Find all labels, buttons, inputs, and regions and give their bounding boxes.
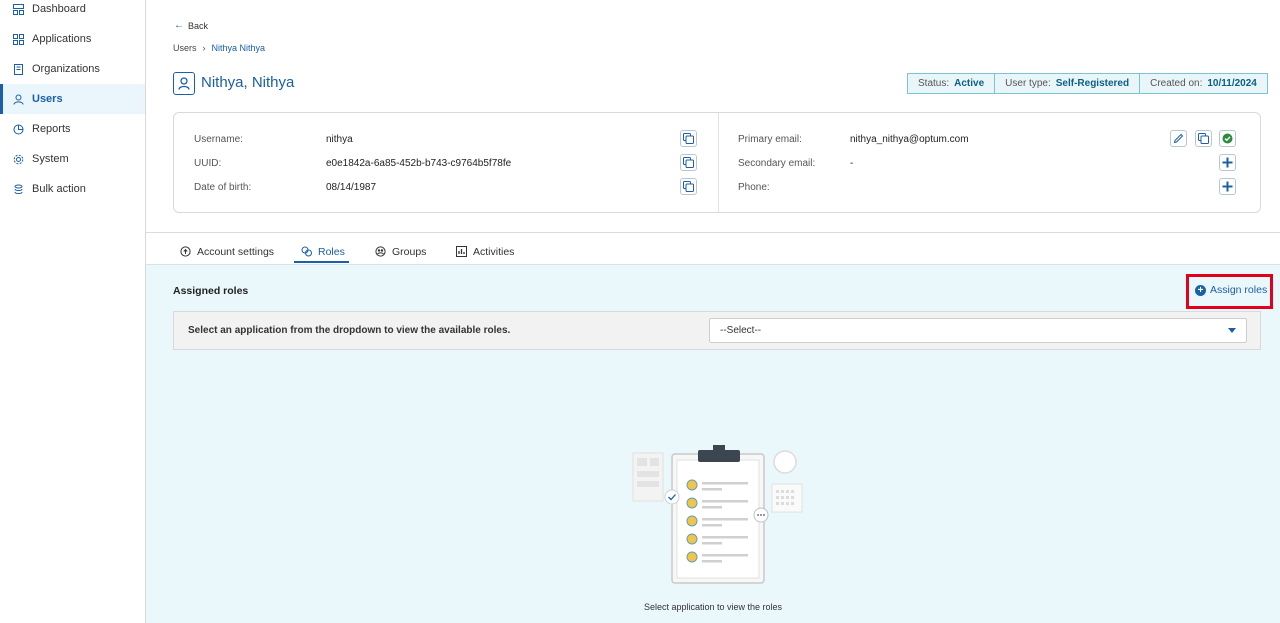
copy-icon (683, 181, 694, 192)
dob-value: 08/14/1987 (326, 182, 377, 193)
sidebar: Dashboard Applications Organizations Use… (0, 0, 146, 623)
user-details-card: Username: nithya UUID: e0e1842a-6a85-452… (173, 112, 1261, 213)
sidebar-item-label: Reports (32, 123, 71, 135)
card-divider (718, 113, 719, 212)
sidebar-item-applications[interactable]: Applications (0, 24, 145, 54)
tab-label: Groups (392, 245, 427, 258)
verified-badge (1219, 130, 1236, 147)
user-icon (12, 93, 25, 106)
edit-email-button[interactable] (1170, 130, 1187, 147)
chevron-down-icon (1228, 328, 1236, 333)
primary-email-label: Primary email: (738, 134, 802, 145)
assign-roles-button[interactable]: + Assign roles (1195, 284, 1267, 296)
status-cell: Status: Active (908, 74, 996, 93)
copy-icon (1198, 133, 1209, 144)
sidebar-item-label: Applications (32, 33, 92, 45)
sidebar-item-bulk-action[interactable]: Bulk action (0, 174, 145, 204)
clipboard-illustration (632, 445, 803, 584)
tab-account-settings[interactable]: Account settings (180, 240, 274, 263)
tab-label: Roles (318, 245, 345, 258)
select-instruction: Select an application from the dropdown … (188, 325, 511, 336)
dashboard-icon (12, 3, 25, 16)
pencil-icon (1173, 133, 1184, 144)
status-value: Active (954, 78, 985, 89)
roles-icon (301, 246, 312, 257)
copy-email-button[interactable] (1195, 130, 1212, 147)
sidebar-item-system[interactable]: System (0, 144, 145, 174)
gear-icon (12, 153, 25, 166)
page-title: Nithya, Nithya (201, 74, 295, 91)
add-phone-button[interactable] (1219, 178, 1236, 195)
activities-icon (456, 246, 467, 257)
created-on-value: 10/11/2024 (1207, 78, 1257, 89)
tab-groups[interactable]: Groups (375, 240, 426, 263)
secondary-email-value: - (850, 158, 854, 169)
arrow-left-icon: ← (174, 20, 184, 31)
breadcrumb-users[interactable]: Users (173, 43, 197, 53)
plus-icon (1222, 181, 1233, 192)
tab-activities[interactable]: Activities (456, 240, 514, 263)
assigned-roles-heading: Assigned roles (173, 285, 249, 297)
user-type-label: User type: (1005, 78, 1051, 89)
sidebar-item-dashboard[interactable]: Dashboard (0, 0, 145, 24)
reports-icon (12, 123, 25, 136)
sidebar-item-label: Bulk action (32, 183, 86, 195)
copy-uuid-button[interactable] (680, 154, 697, 171)
username-value: nithya (326, 134, 353, 145)
copy-icon (683, 133, 694, 144)
chevron-right-icon: › (202, 43, 206, 53)
info-circle-icon (180, 246, 191, 257)
breadcrumb-current: Nithya Nithya (211, 43, 266, 53)
groups-icon (375, 246, 386, 257)
status-bar: Status: Active User type: Self-Registere… (907, 73, 1268, 94)
created-on-cell: Created on: 10/11/2024 (1140, 74, 1267, 93)
user-type-cell: User type: Self-Registered (995, 74, 1141, 93)
sidebar-item-label: Dashboard (32, 3, 86, 15)
applications-icon (12, 33, 25, 46)
status-label: Status: (918, 78, 950, 89)
sidebar-item-reports[interactable]: Reports (0, 114, 145, 144)
copy-dob-button[interactable] (680, 178, 697, 195)
add-secondary-email-button[interactable] (1219, 154, 1236, 171)
username-label: Username: (194, 134, 243, 145)
application-dropdown[interactable]: --Select-- (709, 318, 1247, 343)
empty-state-message: Select application to view the roles (643, 602, 783, 612)
tab-label: Activities (473, 245, 515, 258)
copy-icon (683, 157, 694, 168)
back-label: Back (188, 20, 209, 31)
breadcrumb: Users › Nithya Nithya (173, 43, 265, 53)
sidebar-item-users[interactable]: Users (0, 84, 145, 114)
building-icon (12, 63, 25, 76)
tab-roles[interactable]: Roles (301, 240, 345, 263)
user-avatar-icon (173, 72, 195, 95)
primary-email-value: nithya_nithya@optum.com (850, 134, 969, 145)
created-on-label: Created on: (1150, 78, 1203, 89)
plus-circle-icon: + (1195, 284, 1206, 296)
roles-panel: Assigned roles + Assign roles Select an … (146, 264, 1280, 623)
main-content: ← Back Users › Nithya Nithya Nithya, Nit… (146, 0, 1280, 623)
uuid-value: e0e1842a-6a85-452b-b743-c9764b5f78fe (326, 158, 512, 169)
phone-label: Phone: (738, 182, 770, 193)
sidebar-item-label: System (32, 153, 69, 165)
sidebar-item-label: Organizations (32, 63, 100, 75)
secondary-email-label: Secondary email: (738, 158, 816, 169)
dob-label: Date of birth: (194, 182, 252, 193)
active-tab-indicator (294, 261, 349, 263)
assign-roles-label: Assign roles (1210, 284, 1268, 296)
section-divider (146, 232, 1280, 233)
application-select-bar: Select an application from the dropdown … (173, 311, 1261, 350)
copy-username-button[interactable] (680, 130, 697, 147)
back-link[interactable]: ← Back (174, 20, 208, 31)
uuid-label: UUID: (194, 158, 222, 169)
dropdown-value: --Select-- (720, 325, 762, 336)
stack-icon (12, 183, 25, 196)
tab-label: Account settings (197, 245, 275, 258)
plus-icon (1222, 157, 1233, 168)
user-type-value: Self-Registered (1055, 78, 1130, 89)
sidebar-item-label: Users (32, 93, 63, 105)
sidebar-item-organizations[interactable]: Organizations (0, 54, 145, 84)
verified-check-icon (1222, 133, 1233, 144)
